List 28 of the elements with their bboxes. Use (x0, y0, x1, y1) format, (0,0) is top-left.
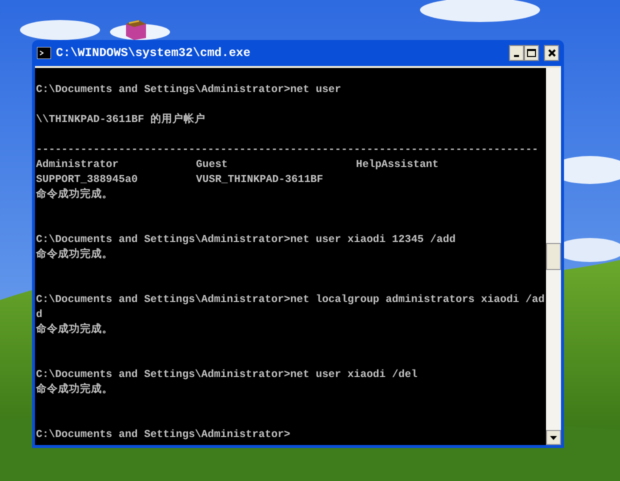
close-button[interactable] (544, 45, 559, 61)
caret-icon (550, 436, 557, 440)
console-line: ------------------------------------------------------------------------------- (36, 144, 538, 156)
console-line: C:\Documents and Settings\Administrator>net user xiaodi /del (36, 369, 418, 381)
maximize-button[interactable] (524, 45, 539, 61)
account-name: SUPPORT_388945a0 (36, 174, 138, 186)
console-line: \\THINKPAD-3611BF 的用户帐户 (36, 114, 206, 126)
console-line: C:\Documents and Settings\Administrator>net user (36, 84, 342, 96)
console-line: C:\Documents and Settings\Administrator>net user xiaodi 12345 /add (36, 234, 456, 246)
scrollbar[interactable] (546, 68, 561, 445)
scroll-thumb[interactable] (546, 243, 561, 270)
console-line: 命令成功完成。 (36, 189, 113, 201)
console-line: 命令成功完成。 (36, 249, 113, 261)
console-line: 命令成功完成。 (36, 324, 113, 336)
minimize-button[interactable] (509, 45, 524, 61)
console-line: C:\Documents and Settings\Administrator>net localgroup administrators xiaodi /ad (36, 294, 545, 306)
console-line: 命令成功完成。 (36, 384, 113, 396)
account-name: Administrator (36, 159, 119, 171)
console-icon (37, 47, 51, 59)
console-line: d (36, 309, 42, 321)
console-line: C:\Documents and Settings\Administrator> (36, 429, 290, 441)
scroll-down-button[interactable] (546, 430, 561, 445)
account-name: VUSR_THINKPAD-3611BF (196, 174, 324, 186)
book-icon (124, 18, 148, 40)
account-name: HelpAssistant (356, 159, 439, 171)
window-title: C:\WINDOWS\system32\cmd.exe (56, 45, 252, 62)
close-icon (548, 49, 556, 57)
account-name: Guest (196, 159, 228, 171)
